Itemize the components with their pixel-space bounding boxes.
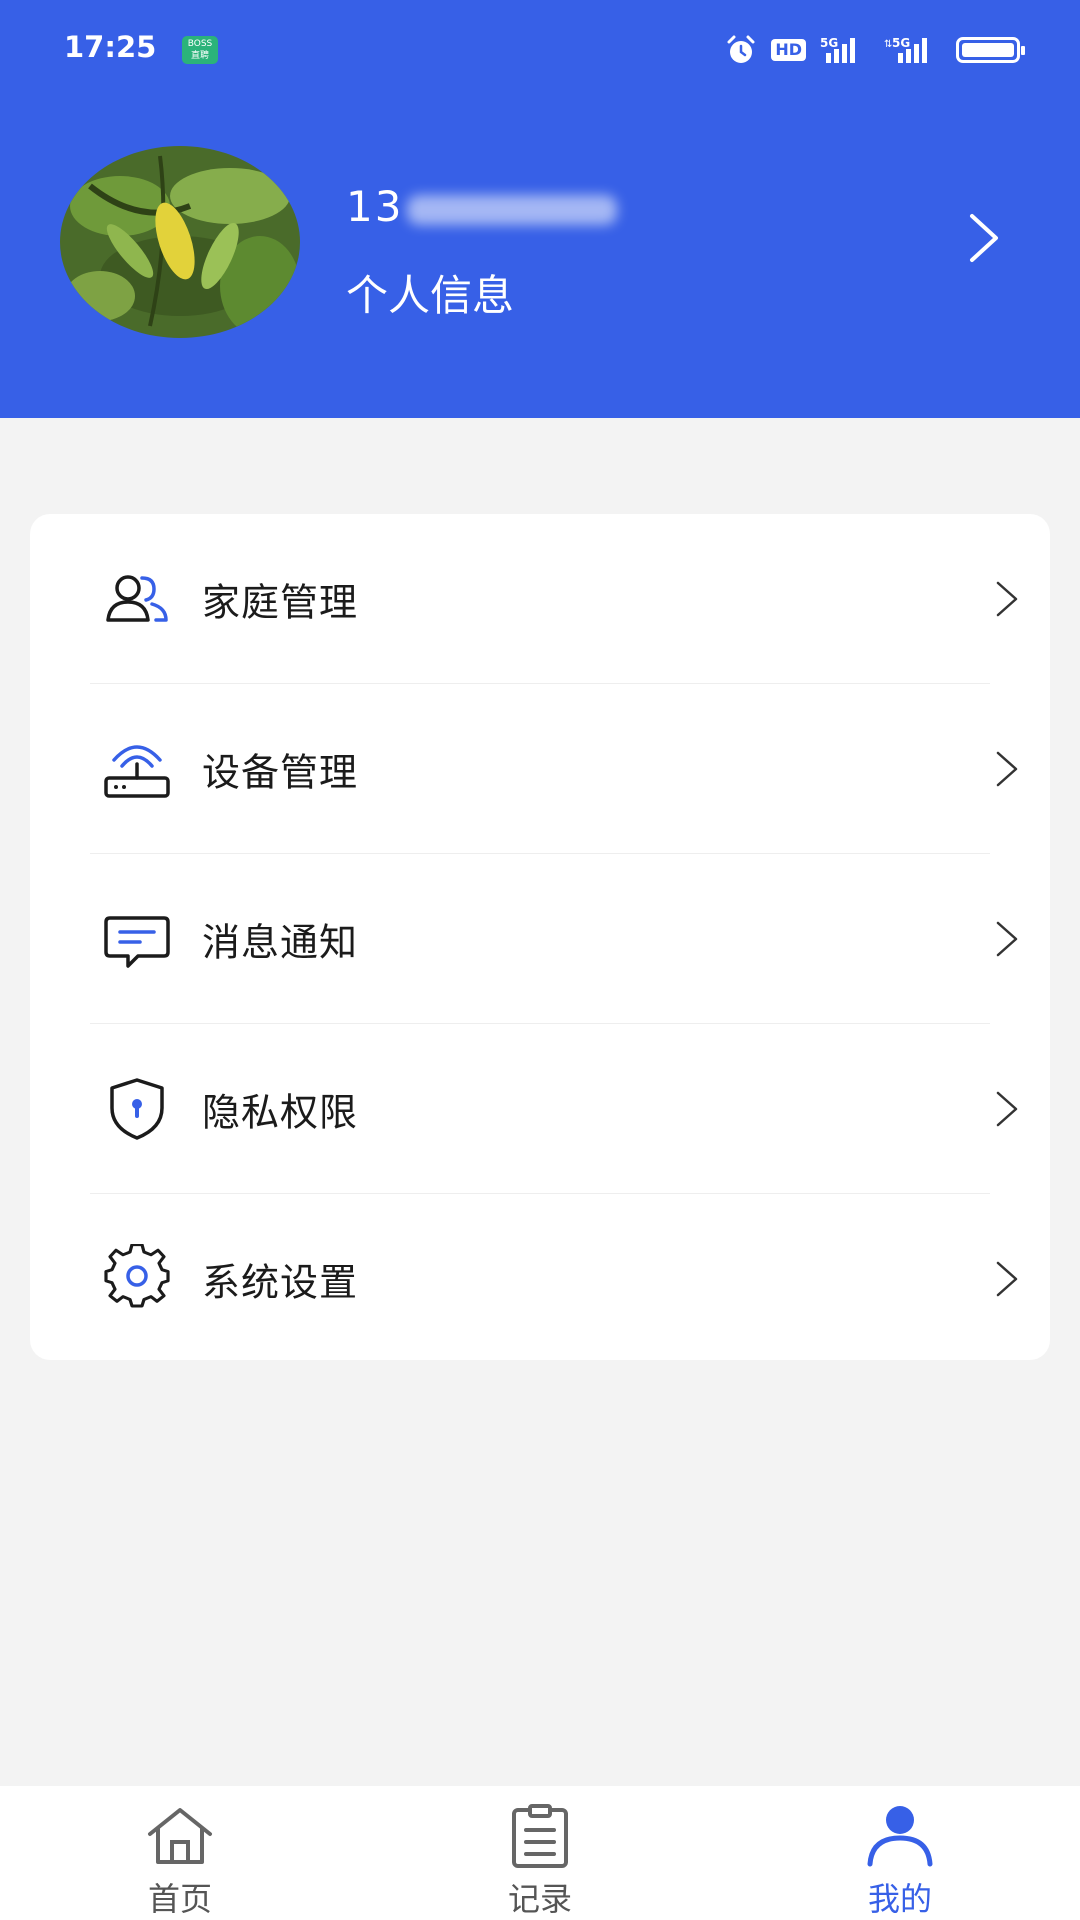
boss-app-badge-icon: BOSS 直聘 <box>182 36 218 64</box>
personal-info-label: 个人信息 <box>346 271 515 320</box>
5g-signal-icon: 5G <box>820 36 855 63</box>
menu-item-family-management[interactable]: 家庭管理 <box>60 514 1020 684</box>
svg-text:5G: 5G <box>820 36 838 50</box>
family-icon <box>106 575 168 622</box>
menu-item-label: 消息通知 <box>202 920 359 965</box>
clipboard-icon <box>512 1804 568 1868</box>
profile-header: 17:25 BOSS 直聘 HD 5G ⇅ 5G 13 个人信息 <box>0 0 1080 418</box>
battery-icon <box>956 37 1025 63</box>
masked-phone-digits <box>407 194 618 225</box>
chevron-right-icon <box>996 921 1018 957</box>
alarm-icon <box>727 35 755 63</box>
tab-mine[interactable]: 我的 <box>800 1786 1000 1920</box>
shield-lock-icon <box>110 1078 164 1140</box>
chevron-right-icon[interactable] <box>966 212 1002 264</box>
menu-item-system-settings[interactable]: 系统设置 <box>60 1194 1020 1364</box>
chevron-right-icon <box>996 751 1018 787</box>
tab-label: 我的 <box>867 1880 932 1918</box>
status-icons: HD 5G ⇅ 5G <box>725 30 1025 70</box>
message-icon <box>104 916 170 968</box>
svg-text:5G: 5G <box>892 36 910 50</box>
chevron-right-icon <box>996 1261 1018 1297</box>
menu-item-device-management[interactable]: 设备管理 <box>60 684 1020 854</box>
gear-icon <box>104 1244 170 1308</box>
home-icon <box>148 1808 212 1864</box>
tab-label: 首页 <box>147 1880 212 1918</box>
menu-item-label: 系统设置 <box>202 1260 359 1305</box>
avatar[interactable] <box>60 146 300 338</box>
hd-icon: HD <box>771 39 806 61</box>
profile-row[interactable]: 13 个人信息 <box>0 140 1080 340</box>
menu-item-message-notification[interactable]: 消息通知 <box>60 854 1020 1024</box>
router-icon <box>104 745 170 798</box>
status-time: 17:25 <box>64 30 157 64</box>
chevron-right-icon <box>996 1091 1018 1127</box>
tab-records[interactable]: 记录 <box>440 1786 640 1920</box>
chevron-right-icon <box>996 581 1018 617</box>
menu-item-label: 家庭管理 <box>202 580 359 625</box>
bottom-tab-bar: 首页 记录 我的 <box>0 1786 1080 1920</box>
tab-home[interactable]: 首页 <box>80 1786 280 1920</box>
tab-label: 记录 <box>507 1880 572 1918</box>
status-bar: 17:25 BOSS 直聘 HD 5G ⇅ 5G <box>0 0 1080 100</box>
menu-card: 家庭管理 设备管理 消息通知 隐私权限 系统设置 <box>30 514 1050 1360</box>
menu-item-privacy-permission[interactable]: 隐私权限 <box>60 1024 1020 1194</box>
user-icon <box>867 1806 933 1867</box>
5g-signal-icon: ⇅ 5G <box>884 36 927 63</box>
menu-item-label: 隐私权限 <box>202 1090 359 1135</box>
phone-number: 13 <box>346 182 618 231</box>
menu-item-label: 设备管理 <box>202 750 359 795</box>
